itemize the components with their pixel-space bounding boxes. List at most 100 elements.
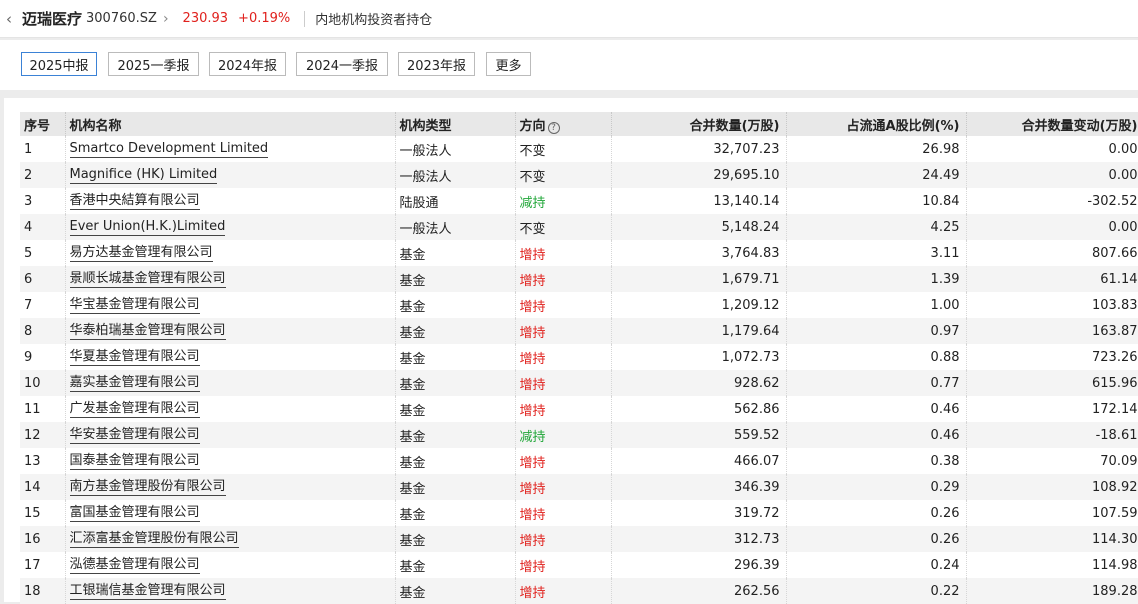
row-no: 4 [20, 214, 66, 240]
row-no: 9 [20, 344, 66, 370]
row-ratio: 0.24 [786, 552, 967, 578]
question-circle-icon[interactable]: ? [547, 121, 560, 134]
row-name-cell: Smartco Development Limited [65, 136, 396, 162]
row-name-cell: Ever Union(H.K.)Limited [65, 214, 396, 240]
row-quantity: 562.86 [611, 396, 787, 422]
row-type: 基金 [395, 448, 516, 474]
row-no: 2 [20, 162, 66, 188]
institution-name-link[interactable]: 华宝基金管理有限公司 [69, 297, 200, 314]
institution-name-link[interactable]: Smartco Development Limited [69, 141, 269, 158]
table-row[interactable]: 10 嘉实基金管理有限公司 基金 增持 928.62 0.77 615.96 [20, 370, 1138, 396]
col-header-ratio[interactable]: 占流通A股比例(%) [786, 112, 967, 136]
row-direction: 增持 [515, 396, 612, 422]
row-no: 15 [20, 500, 66, 526]
row-quantity: 262.56 [611, 578, 787, 604]
row-no: 16 [20, 526, 66, 552]
chevron-left-icon[interactable]: ‹ [6, 10, 20, 28]
row-type: 基金 [395, 370, 516, 396]
table-row[interactable]: 9 华夏基金管理有限公司 基金 增持 1,072.73 0.88 723.26 [20, 344, 1138, 370]
row-ratio: 0.22 [786, 578, 967, 604]
table-row[interactable]: 4 Ever Union(H.K.)Limited 一般法人 不变 5,148.24 4.… [20, 214, 1138, 240]
col-header-direction[interactable]: 方向? [515, 112, 612, 136]
row-quantity: 32,707.23 [611, 136, 787, 162]
col-header-change[interactable]: 合并数量变动(万股) [966, 112, 1138, 136]
row-type: 基金 [395, 474, 516, 500]
institution-name-link[interactable]: 富国基金管理有限公司 [69, 505, 200, 522]
tab-2025-interim[interactable]: 2025中报 [21, 52, 97, 76]
row-direction: 增持 [515, 344, 612, 370]
table-row[interactable]: 11 广发基金管理有限公司 基金 增持 562.86 0.46 172.14 [20, 396, 1138, 422]
tab-more[interactable]: 更多 [486, 52, 531, 76]
row-change: -302.52 [966, 188, 1138, 214]
row-ratio: 4.25 [786, 214, 967, 240]
institution-name-link[interactable]: 华夏基金管理有限公司 [69, 349, 200, 366]
table-row[interactable]: 18 工银瑞信基金管理有限公司 基金 增持 262.56 0.22 189.28 [20, 578, 1138, 604]
row-change: -18.61 [966, 422, 1138, 448]
institution-name-link[interactable]: 华泰柏瑞基金管理有限公司 [69, 323, 226, 340]
row-type: 一般法人 [395, 214, 516, 240]
row-direction: 增持 [515, 552, 612, 578]
table-row[interactable]: 5 易方达基金管理有限公司 基金 增持 3,764.83 3.11 807.66 [20, 240, 1138, 266]
table-row[interactable]: 12 华安基金管理有限公司 基金 减持 559.52 0.46 -18.61 [20, 422, 1138, 448]
row-ratio: 0.38 [786, 448, 967, 474]
institution-name-link[interactable]: 国泰基金管理有限公司 [69, 453, 200, 470]
row-name-cell: 国泰基金管理有限公司 [65, 448, 396, 474]
row-type: 基金 [395, 422, 516, 448]
row-no: 8 [20, 318, 66, 344]
row-change: 107.59 [966, 500, 1138, 526]
row-direction: 增持 [515, 240, 612, 266]
row-change: 172.14 [966, 396, 1138, 422]
institution-name-link[interactable]: 嘉实基金管理有限公司 [69, 375, 200, 392]
institution-name-link[interactable]: 华安基金管理有限公司 [69, 427, 200, 444]
institution-name-link[interactable]: 景顺长城基金管理有限公司 [69, 271, 226, 288]
table-row[interactable]: 1 Smartco Development Limited 一般法人 不变 32,707… [20, 136, 1138, 162]
institution-name-link[interactable]: Magnifice (HK) Limited [69, 167, 218, 184]
tab-2023-annual[interactable]: 2023年报 [398, 52, 475, 76]
row-type: 基金 [395, 578, 516, 604]
col-header-type[interactable]: 机构类型 [395, 112, 516, 136]
table-row[interactable]: 16 汇添富基金管理股份有限公司 基金 增持 312.73 0.26 114.30 [20, 526, 1138, 552]
row-change: 61.14 [966, 266, 1138, 292]
row-direction: 增持 [515, 526, 612, 552]
table-header-row: 序号 机构名称 机构类型 方向? 合并数量(万股) 占流通A股比例(%) 合并数… [20, 112, 1138, 136]
page-title: 内地机构投资者持仓 [315, 13, 433, 28]
row-type: 基金 [395, 526, 516, 552]
col-header-quantity[interactable]: 合并数量(万股) [611, 112, 787, 136]
row-ratio: 26.98 [786, 136, 967, 162]
tab-2024-q1[interactable]: 2024一季报 [296, 52, 388, 76]
row-no: 7 [20, 292, 66, 318]
chevron-right-icon[interactable]: › [163, 11, 169, 27]
row-name-cell: 香港中央結算有限公司 [65, 188, 396, 214]
table-row[interactable]: 2 Magnifice (HK) Limited 一般法人 不变 29,695.10 24… [20, 162, 1138, 188]
institution-name-link[interactable]: 易方达基金管理有限公司 [69, 245, 213, 262]
table-row[interactable]: 14 南方基金管理股份有限公司 基金 增持 346.39 0.29 108.92 [20, 474, 1138, 500]
institution-name-link[interactable]: 工银瑞信基金管理有限公司 [69, 583, 226, 600]
table-row[interactable]: 17 泓德基金管理有限公司 基金 增持 296.39 0.24 114.98 [20, 552, 1138, 578]
row-change: 114.30 [966, 526, 1138, 552]
table-row[interactable]: 7 华宝基金管理有限公司 基金 增持 1,209.12 1.00 103.83 [20, 292, 1138, 318]
institution-name-link[interactable]: Ever Union(H.K.)Limited [69, 219, 226, 236]
stock-name: 迈瑞医疗 [22, 10, 83, 28]
col-header-no[interactable]: 序号 [20, 112, 66, 136]
institution-name-link[interactable]: 泓德基金管理有限公司 [69, 557, 200, 574]
row-type: 基金 [395, 552, 516, 578]
col-header-name[interactable]: 机构名称 [65, 112, 396, 136]
institution-name-link[interactable]: 广发基金管理有限公司 [69, 401, 200, 418]
row-change: 0.00 [966, 214, 1138, 240]
row-ratio: 3.11 [786, 240, 967, 266]
table-row[interactable]: 13 国泰基金管理有限公司 基金 增持 466.07 0.38 70.09 [20, 448, 1138, 474]
row-ratio: 0.97 [786, 318, 967, 344]
institution-name-link[interactable]: 香港中央結算有限公司 [69, 193, 200, 210]
row-change: 163.87 [966, 318, 1138, 344]
row-type: 基金 [395, 500, 516, 526]
tab-2025-q1[interactable]: 2025一季报 [108, 52, 199, 76]
institution-name-link[interactable]: 南方基金管理股份有限公司 [69, 479, 226, 496]
table-row[interactable]: 6 景顺长城基金管理有限公司 基金 增持 1,679.71 1.39 61.14 [20, 266, 1138, 292]
row-quantity: 5,148.24 [611, 214, 787, 240]
table-row[interactable]: 15 富国基金管理有限公司 基金 增持 319.72 0.26 107.59 [20, 500, 1138, 526]
table-row[interactable]: 3 香港中央結算有限公司 陆股通 减持 13,140.14 10.84 -302.52 [20, 188, 1138, 214]
row-direction: 增持 [515, 292, 612, 318]
institution-name-link[interactable]: 汇添富基金管理股份有限公司 [69, 531, 239, 548]
table-row[interactable]: 8 华泰柏瑞基金管理有限公司 基金 增持 1,179.64 0.97 163.87 [20, 318, 1138, 344]
tab-2024-annual[interactable]: 2024年报 [209, 52, 286, 76]
